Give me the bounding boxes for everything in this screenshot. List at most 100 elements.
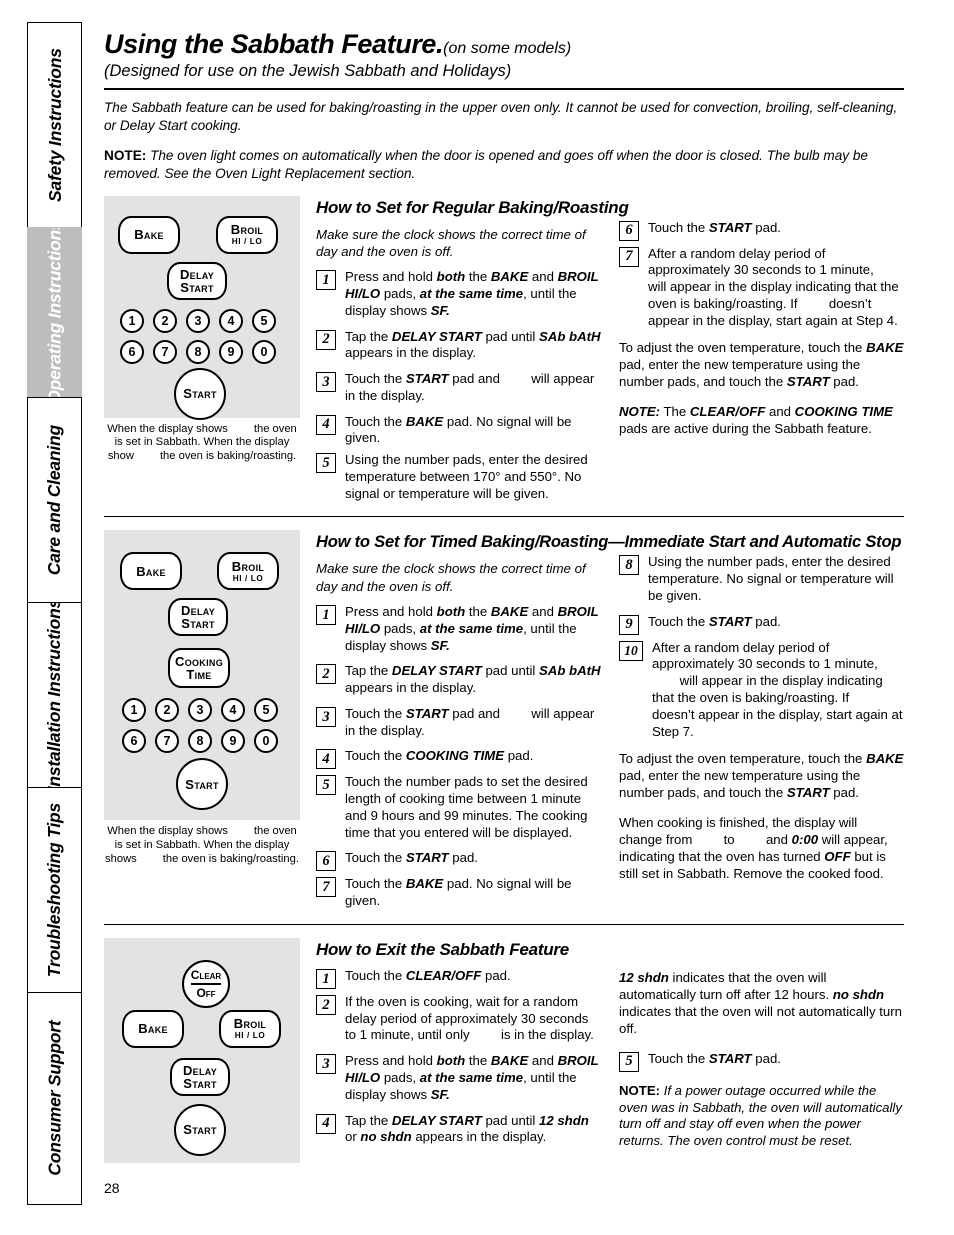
broil-key-label: Broil [231, 558, 265, 574]
step-item: 3 Touch the START pad and will appear in… [316, 706, 601, 740]
step-number: 3 [316, 1054, 336, 1075]
delay-start-key-label: Delay [182, 1062, 218, 1078]
bake-key[interactable]: Bake [118, 215, 180, 254]
bake-key-label: Bake [138, 1021, 168, 1037]
number-key-4[interactable]: 4 [221, 698, 245, 723]
step-text: Touch the START pad. [648, 1050, 781, 1066]
step-item: 1 Press and hold both the BAKE and BROIL… [316, 269, 601, 319]
page-title-suffix: (on some models) [443, 40, 572, 57]
intro-note: NOTE: The oven light comes on automatica… [104, 147, 904, 183]
sidebar-item-label: Installation Instructions [44, 602, 65, 787]
section-2-left-column: Make sure the clock shows the correct ti… [316, 552, 615, 910]
delay-start-key-label2: Start [183, 1075, 217, 1091]
number-key-1[interactable]: 1 [122, 698, 146, 723]
delay-start-key[interactable]: Delay Start [167, 261, 227, 300]
sidebar-item-troubleshooting-tips[interactable]: Troubleshooting Tips [27, 787, 82, 992]
number-key-2[interactable]: 2 [155, 698, 179, 723]
sidebar-item-label: Safety Instructions [44, 48, 65, 202]
number-key-6[interactable]: 6 [120, 339, 144, 364]
number-key-6[interactable]: 6 [122, 729, 146, 754]
cooking-time-key[interactable]: Cooking Time [168, 648, 230, 689]
number-key-7[interactable]: 7 [155, 729, 179, 754]
number-key-0[interactable]: 0 [252, 339, 276, 364]
number-key-3[interactable]: 3 [188, 698, 212, 723]
sidebar-item-consumer-support[interactable]: Consumer Support [27, 992, 82, 1205]
broil-key[interactable]: Broil HI / LO [216, 215, 278, 254]
number-key-4[interactable]: 4 [219, 308, 243, 333]
step-item: 2 Tap the DELAY START pad until SAb bAtH… [316, 329, 601, 363]
number-key-5[interactable]: 5 [252, 308, 276, 333]
number-key-8[interactable]: 8 [186, 339, 210, 364]
number-key-1[interactable]: 1 [120, 308, 144, 333]
sidebar-item-safety-instructions[interactable]: Safety Instructions [27, 22, 82, 227]
step-number: 8 [619, 555, 639, 576]
broil-key-label: Broil [230, 222, 264, 238]
number-key-3[interactable]: 3 [186, 308, 210, 333]
section-divider-1 [104, 516, 904, 518]
number-key-5[interactable]: 5 [254, 698, 278, 723]
section-1-left-column: Make sure the clock shows the correct ti… [316, 218, 615, 503]
step-text: Touch the START pad and will appear in t… [345, 705, 595, 738]
title-divider [104, 88, 904, 91]
step-item: 3 Touch the START pad and will appear in… [316, 371, 601, 405]
step-item: 6 Touch the START pad. [316, 850, 601, 872]
clear-off-key[interactable]: Clear Off [182, 959, 230, 1008]
step-number: 2 [316, 329, 336, 350]
start-key[interactable]: Start [174, 367, 226, 420]
start-key-label: Start [185, 776, 219, 792]
step-text: Press and hold both the BAKE and BROIL H… [345, 603, 599, 653]
step-text: Touch the CLEAR/OFF pad. [345, 967, 511, 983]
step-number: 10 [619, 640, 643, 661]
step-item: 4 Touch the BAKE pad. No signal will be … [316, 414, 601, 448]
delay-start-key-label2: Start [180, 279, 214, 295]
bake-key[interactable]: Bake [120, 552, 182, 591]
broil-key[interactable]: Broil HI / LO [217, 552, 279, 591]
step-item: 6 Touch the START pad. [619, 220, 904, 241]
section-3-shdn-paragraph: 12 shdn indicates that the oven will aut… [619, 969, 902, 1036]
step-item: 5 Touch the START pad. [619, 1051, 904, 1072]
start-key-label: Start [183, 386, 217, 402]
bake-key[interactable]: Bake [122, 1009, 184, 1048]
broil-key-sublabel: HI / LO [234, 1031, 266, 1041]
step-item: 5 Using the number pads, enter the desir… [316, 452, 601, 502]
sidebar-item-care-and-cleaning[interactable]: Care and Cleaning [27, 397, 82, 602]
start-key[interactable]: Start [174, 1103, 226, 1156]
number-key-7[interactable]: 7 [153, 339, 177, 364]
step-number: 1 [316, 968, 336, 989]
number-key-0[interactable]: 0 [254, 729, 278, 754]
page-title-main: Using the Sabbath Feature. [104, 29, 444, 59]
start-key[interactable]: Start [176, 758, 228, 811]
number-key-9[interactable]: 9 [221, 729, 245, 754]
delay-start-key-label2: Start [181, 616, 215, 632]
intro-note-label: NOTE: [104, 147, 147, 163]
sidebar-item-installation-instructions[interactable]: Installation Instructions [27, 602, 82, 787]
step-number: 1 [316, 604, 336, 625]
step-item: 10 After a random delay period of approx… [619, 640, 904, 741]
step-number: 3 [316, 706, 336, 727]
panel-column-3: Clear Off Bake Broil HI / LO Delay Start… [104, 937, 306, 1164]
section-1-right-column: 6 Touch the START pad. 7 After a random … [615, 218, 904, 503]
panel-column-1: Bake Broil HI / LO Delay Start 1 2 3 4 5… [104, 195, 306, 503]
number-key-9[interactable]: 9 [219, 339, 243, 364]
section-2-content: How to Set for Timed Baking/Roasting—Imm… [306, 530, 904, 910]
section-divider-2 [104, 923, 904, 925]
section-3-steps-right: 5 Touch the START pad. [619, 1051, 904, 1072]
start-key-label: Start [183, 1122, 217, 1138]
number-key-2[interactable]: 2 [153, 308, 177, 333]
sidebar-item-operating-instructions[interactable]: Operating Instructions [27, 227, 82, 397]
section-2-lead: Make sure the clock shows the correct ti… [316, 561, 586, 594]
step-text: Press and hold both the BAKE and BROIL H… [345, 269, 599, 318]
cooking-time-key-label2: Time [186, 667, 212, 683]
control-panel-diagram-3: Clear Off Bake Broil HI / LO Delay Start… [104, 937, 300, 1163]
section-2-heading: How to Set for Timed Baking/Roasting—Imm… [316, 532, 902, 552]
step-number: 7 [619, 246, 639, 267]
step-number: 6 [619, 220, 639, 241]
broil-key[interactable]: Broil HI / LO [219, 1009, 281, 1048]
step-text: If the oven is cooking, wait for a rando… [345, 993, 594, 1043]
step-number: 7 [316, 877, 336, 898]
step-text: Touch the START pad. [648, 613, 781, 629]
number-key-8[interactable]: 8 [188, 729, 212, 754]
delay-start-key[interactable]: Delay Start [170, 1057, 230, 1096]
section-3-left-column: 1 Touch the CLEAR/OFF pad. 2 If the oven… [316, 960, 615, 1164]
delay-start-key[interactable]: Delay Start [168, 598, 228, 637]
